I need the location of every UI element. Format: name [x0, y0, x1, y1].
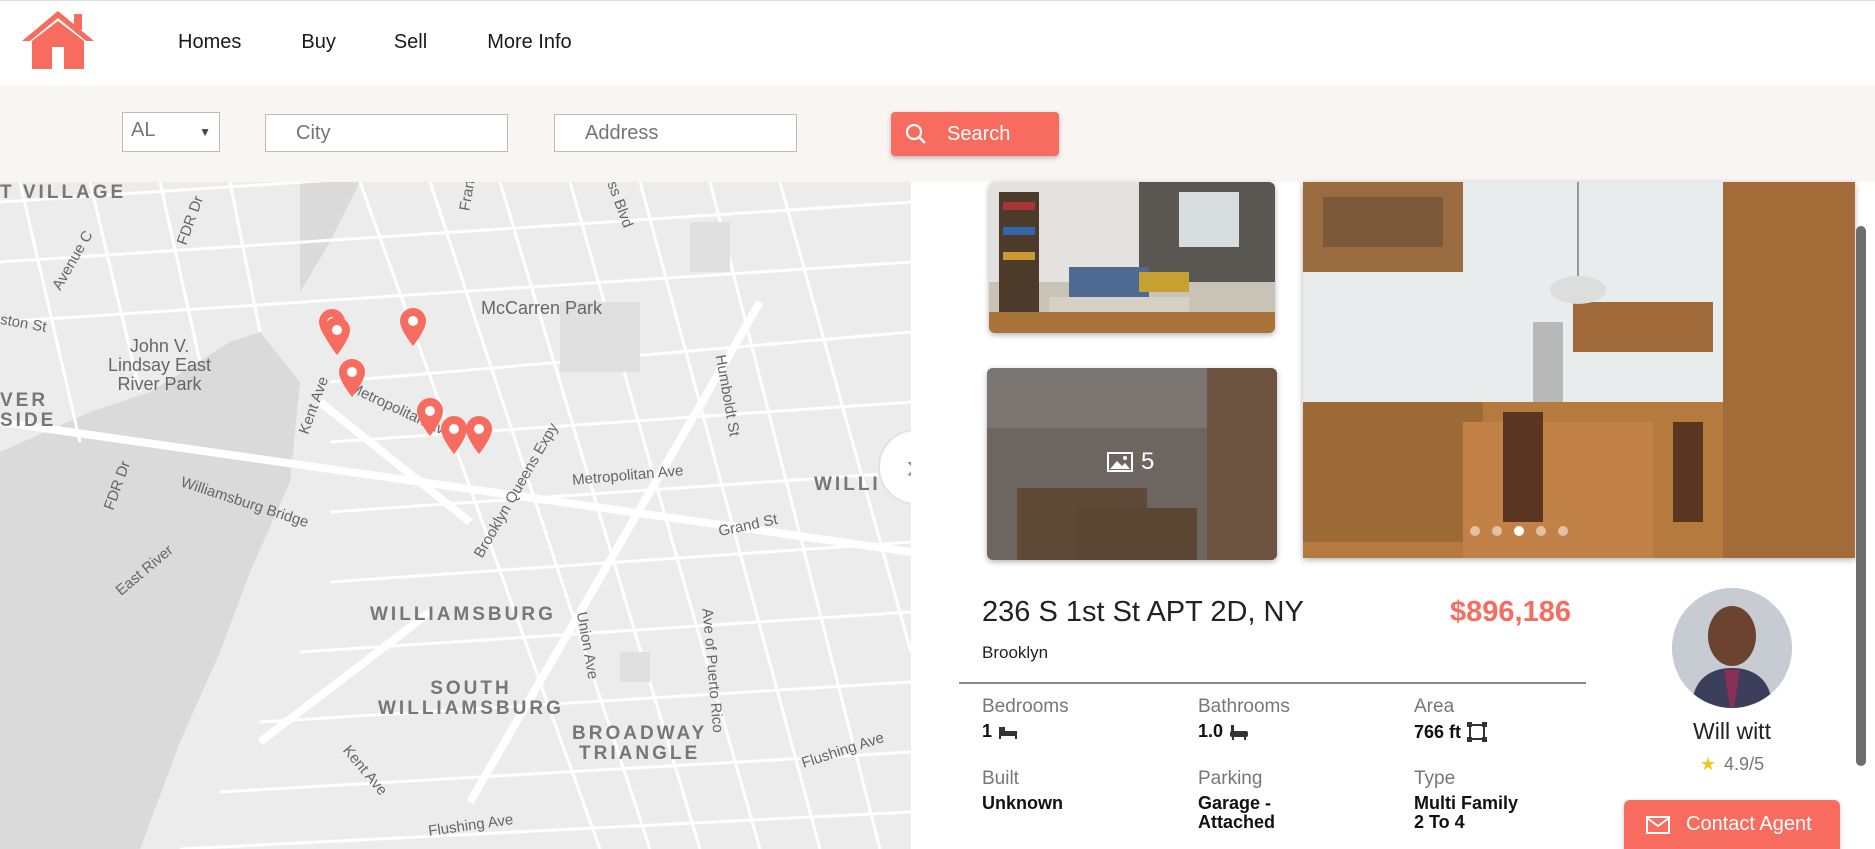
stat-label: Area: [1414, 696, 1455, 717]
agent-name: Will witt: [1693, 718, 1771, 744]
listing-address: 236 S 1st St APT 2D, NY: [982, 596, 1304, 628]
map[interactable]: T VILLAGE FDR Dr Avenue C ston St John V…: [0, 182, 911, 849]
stat-bathrooms: Bathrooms 1.0: [1198, 696, 1290, 741]
listing-borough: Brooklyn: [982, 643, 1049, 662]
contact-agent-label: Contact Agent: [1686, 813, 1812, 835]
stat-value: Garage - Attached: [1198, 793, 1276, 832]
stat-value: 766 ft: [1414, 721, 1462, 742]
nav-more-info[interactable]: More Info: [487, 31, 571, 54]
state-select[interactable]: AL ▼: [122, 112, 220, 152]
photo-count-value: 5: [1141, 448, 1155, 475]
bathtub-icon: [1230, 724, 1249, 740]
stat-label: Parking: [1198, 768, 1263, 789]
map-label: WILLI: [814, 474, 881, 495]
stat-label: Bedrooms: [982, 696, 1069, 717]
state-select-value: AL: [131, 119, 156, 141]
divider: [959, 682, 1586, 684]
map-label: McCarren Park: [481, 298, 603, 318]
map-label: BROADWAY TRIANGLE: [572, 723, 708, 764]
area-icon: [1467, 722, 1488, 742]
stat-type: Type Multi Family 2 To 4: [1414, 768, 1518, 832]
search-bar: AL ▼ Search: [0, 86, 1875, 182]
map-label: T VILLAGE: [0, 182, 127, 203]
carousel-dot[interactable]: [1514, 526, 1524, 536]
stat-value: Unknown: [982, 793, 1063, 813]
map-pin-icon[interactable]: [324, 317, 350, 355]
listing-price: $896,186: [1450, 596, 1571, 628]
bed-icon: [999, 726, 1018, 739]
carousel-dot[interactable]: [1492, 526, 1502, 536]
stat-label: Bathrooms: [1198, 696, 1290, 717]
map-label: John V. Lindsay East River Park: [108, 336, 212, 394]
nav-homes[interactable]: Homes: [178, 31, 241, 54]
nav-buy[interactable]: Buy: [301, 31, 335, 54]
mail-icon: [1646, 815, 1670, 834]
map-pin-icon[interactable]: [400, 308, 426, 346]
photo-count: 5: [1107, 448, 1154, 476]
map-pin-icon[interactable]: [466, 416, 492, 454]
stat-value: 1.0: [1198, 721, 1224, 741]
dropdown-arrow-icon: ▼: [199, 125, 211, 139]
stat-built: Built Unknown: [982, 768, 1063, 813]
map-label: WILLIAMSBURG: [370, 604, 556, 625]
image-icon: [1107, 452, 1133, 472]
kitchen-photo: [1303, 182, 1855, 558]
map-label: SOUTH WILLIAMSBURG: [378, 678, 564, 719]
search-icon: [905, 123, 926, 144]
carousel-dot[interactable]: [1536, 526, 1546, 536]
living-room-photo: [989, 182, 1275, 333]
listing-thumbnail[interactable]: [989, 182, 1275, 333]
scrollbar[interactable]: [1856, 226, 1866, 766]
contact-agent-button[interactable]: Contact Agent: [1624, 800, 1840, 849]
carousel-dot[interactable]: [1558, 526, 1568, 536]
listing-panel: 5 236 S 1st St APT 2D, NY $896,186 Brook…: [911, 182, 1875, 849]
search-button-label: Search: [947, 122, 1011, 145]
stat-value: Multi Family 2 To 4: [1414, 793, 1519, 832]
carousel-dot[interactable]: [1470, 526, 1480, 536]
top-nav: Homes Buy Sell More Info: [0, 0, 1875, 86]
house-logo-icon[interactable]: [20, 9, 96, 71]
main-listing-photo[interactable]: [1303, 182, 1855, 558]
agent-rating: ★ 4.9/5: [1644, 754, 1820, 775]
star-icon: ★: [1699, 754, 1717, 774]
nav-sell[interactable]: Sell: [394, 31, 427, 54]
stat-label: Built: [982, 768, 1019, 789]
carousel-dots: [1303, 526, 1855, 536]
map-pin-icon[interactable]: [339, 359, 365, 397]
agent-avatar[interactable]: [1672, 588, 1792, 708]
stat-label: Type: [1414, 768, 1456, 789]
map-pin-icon[interactable]: [441, 416, 467, 454]
stat-bedrooms: Bedrooms 1: [982, 696, 1069, 741]
stat-value: 1: [982, 721, 993, 741]
stat-area: Area 766 ft: [1414, 696, 1488, 742]
more-photos-thumbnail[interactable]: 5: [987, 368, 1277, 560]
agent-rating-value: 4.9/5: [1724, 754, 1765, 774]
search-button[interactable]: Search: [891, 112, 1059, 156]
address-input[interactable]: [554, 114, 797, 152]
city-input[interactable]: [265, 114, 508, 152]
map-label: VER SIDE: [0, 390, 57, 431]
map-pin-icon[interactable]: [417, 398, 443, 436]
stat-parking: Parking Garage - Attached: [1198, 768, 1275, 832]
agent-photo: [1672, 588, 1792, 708]
